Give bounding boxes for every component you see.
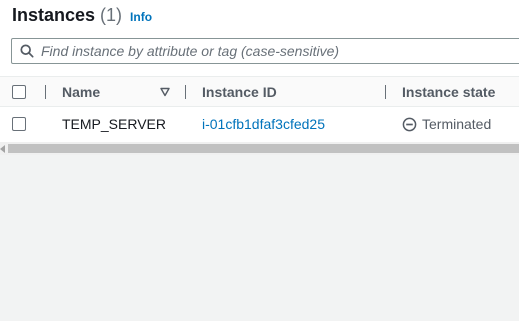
instance-state: Terminated	[402, 116, 491, 132]
sort-descending-icon[interactable]	[160, 87, 170, 97]
page-title: Instances	[12, 5, 96, 25]
instance-name: TEMP_SERVER	[62, 116, 166, 132]
column-header-instance-id[interactable]: Instance ID	[202, 84, 277, 100]
column-header-name[interactable]: Name	[62, 84, 100, 100]
instance-count: (1)	[100, 5, 123, 25]
instances-panel: Instances (1) Info Name Instance ID Inst…	[0, 0, 519, 155]
search-input[interactable]	[41, 43, 481, 59]
scrollbar-thumb[interactable]	[8, 144, 519, 153]
panel-header: Instances (1) Info	[12, 5, 152, 31]
instance-state-label: Terminated	[422, 116, 492, 132]
scroll-left-icon[interactable]	[0, 145, 6, 153]
column-header-instance-state[interactable]: Instance state	[402, 84, 495, 100]
table-header: Name Instance ID Instance state	[0, 76, 519, 107]
info-link[interactable]: Info	[130, 10, 152, 24]
search-icon	[20, 44, 34, 58]
column-divider[interactable]	[45, 85, 46, 99]
horizontal-scrollbar[interactable]	[0, 142, 519, 155]
column-divider[interactable]	[185, 85, 186, 99]
table-row[interactable]: TEMP_SERVER i-01cfb1dfaf3cfed25 Terminat…	[0, 107, 519, 141]
select-all-checkbox[interactable]	[12, 85, 26, 99]
column-divider[interactable]	[385, 85, 386, 99]
instance-id-link[interactable]: i-01cfb1dfaf3cfed25	[202, 116, 325, 132]
terminated-icon	[402, 117, 417, 131]
row-checkbox[interactable]	[12, 117, 26, 131]
search-bar[interactable]	[11, 38, 519, 64]
